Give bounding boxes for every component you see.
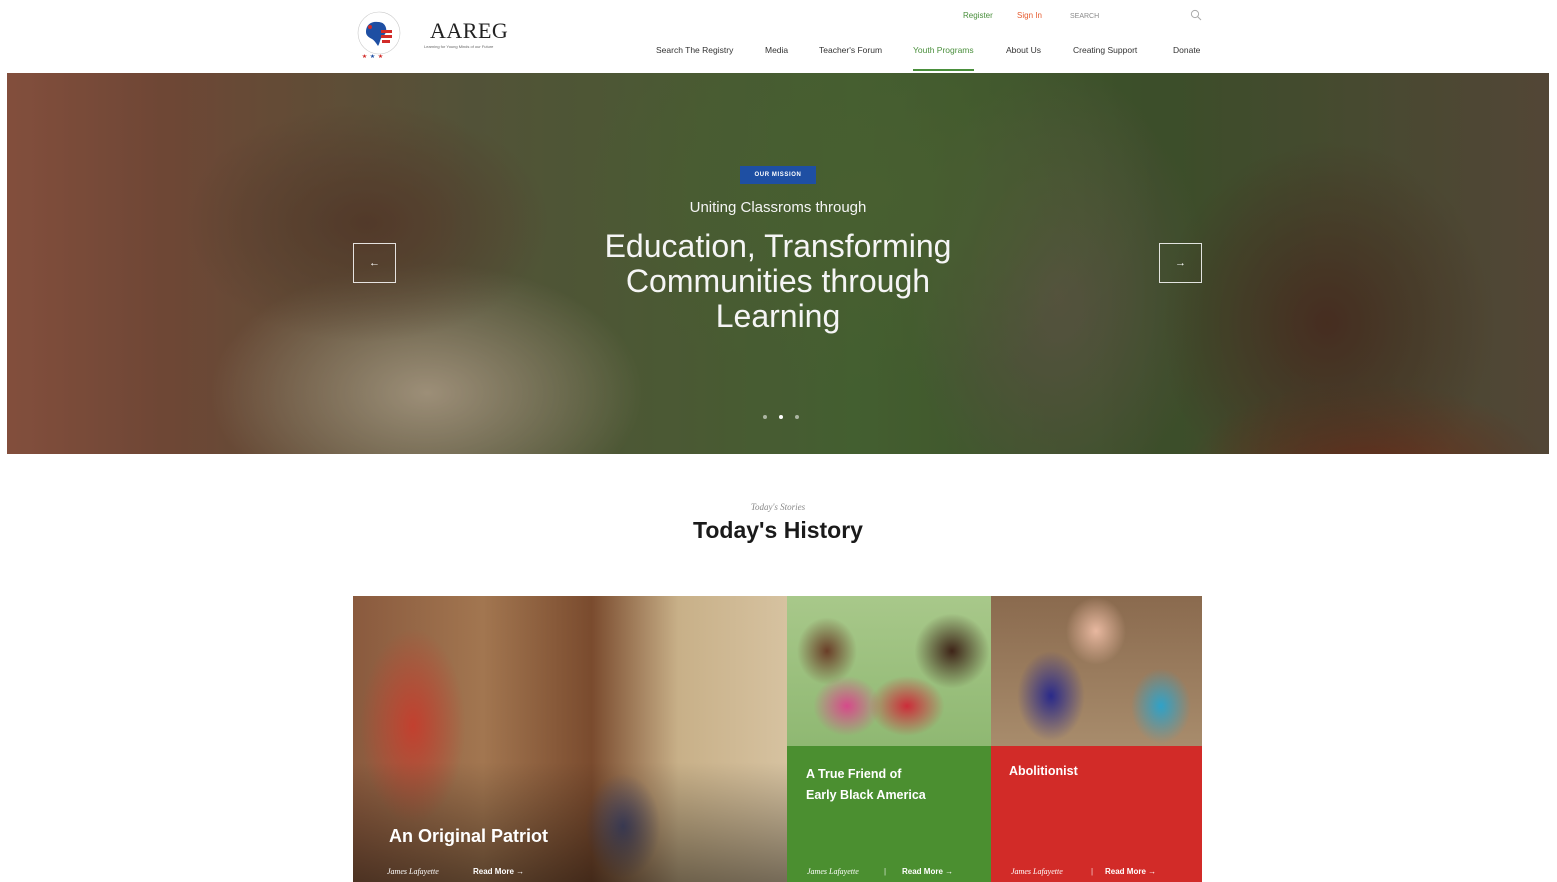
section-title: Today's History: [693, 517, 863, 543]
meta-separator: |: [1091, 867, 1094, 876]
nav-search-registry[interactable]: Search The Registry: [656, 45, 733, 55]
search-icon[interactable]: [1190, 9, 1202, 21]
logo-wordmark: AAREG: [430, 18, 509, 43]
site-header: AAREG Learning for Young Minds of our Fu…: [0, 0, 1557, 73]
slider-dots: [761, 413, 801, 421]
register-link[interactable]: Register: [963, 11, 993, 20]
story-card-photo[interactable]: [787, 596, 991, 746]
sign-in-link[interactable]: Sign In: [1017, 11, 1042, 20]
hero-subtitle: Uniting Classroms through: [689, 199, 867, 216]
read-more-link[interactable]: Read More →: [902, 867, 953, 876]
meta-separator: |: [884, 867, 887, 876]
nav-youth-programs[interactable]: Youth Programs: [913, 45, 974, 71]
mission-badge: OUR MISSION: [740, 166, 816, 184]
nav-teachers-forum[interactable]: Teacher's Forum: [819, 45, 882, 55]
slider-dot[interactable]: [763, 415, 767, 419]
card-author: James Lafayette: [1011, 867, 1063, 876]
story-card-abolitionist[interactable]: Abolitionist James Lafayette | Read More…: [991, 746, 1202, 882]
card-title: An Original Patriot: [389, 826, 549, 846]
nav-media[interactable]: Media: [765, 45, 788, 55]
hero-slider: OUR MISSION Uniting Classroms through Ed…: [7, 73, 1549, 454]
nav-creating-support[interactable]: Creating Support: [1073, 45, 1137, 55]
hero-title: Education, Transforming Communities thro…: [604, 228, 952, 334]
slider-dot[interactable]: [795, 415, 799, 419]
story-card-photo[interactable]: [991, 596, 1202, 746]
card-author: James Lafayette: [387, 867, 439, 876]
story-card-original-patriot[interactable]: An Original Patriot James Lafayette Read…: [353, 596, 787, 882]
card-title: Abolitionist: [1009, 764, 1078, 778]
card-author: James Lafayette: [807, 867, 859, 876]
nav-donate[interactable]: Donate: [1173, 45, 1200, 55]
section-kicker: Today's Stories: [750, 502, 806, 512]
read-more-link[interactable]: Read More →: [473, 867, 524, 876]
registry-seal-icon: [357, 11, 401, 58]
search-input[interactable]: [1070, 8, 1208, 24]
nav-about-us[interactable]: About Us: [1006, 45, 1041, 55]
hero-content: OUR MISSION Uniting Classroms through Ed…: [7, 73, 1549, 454]
slider-dot-active[interactable]: [779, 415, 783, 419]
site-logo[interactable]: AAREG Learning for Young Minds of our Fu…: [352, 8, 522, 64]
card-title: A True Friend of Early Black America: [806, 767, 926, 802]
slider-prev-button[interactable]: ←: [353, 243, 396, 283]
slider-next-button[interactable]: →: [1159, 243, 1202, 283]
read-more-link[interactable]: Read More →: [1105, 867, 1156, 876]
story-card-true-friend[interactable]: A True Friend of Early Black America Jam…: [787, 746, 991, 882]
logo-tagline: Learning for Young Minds of our Future: [424, 44, 494, 49]
